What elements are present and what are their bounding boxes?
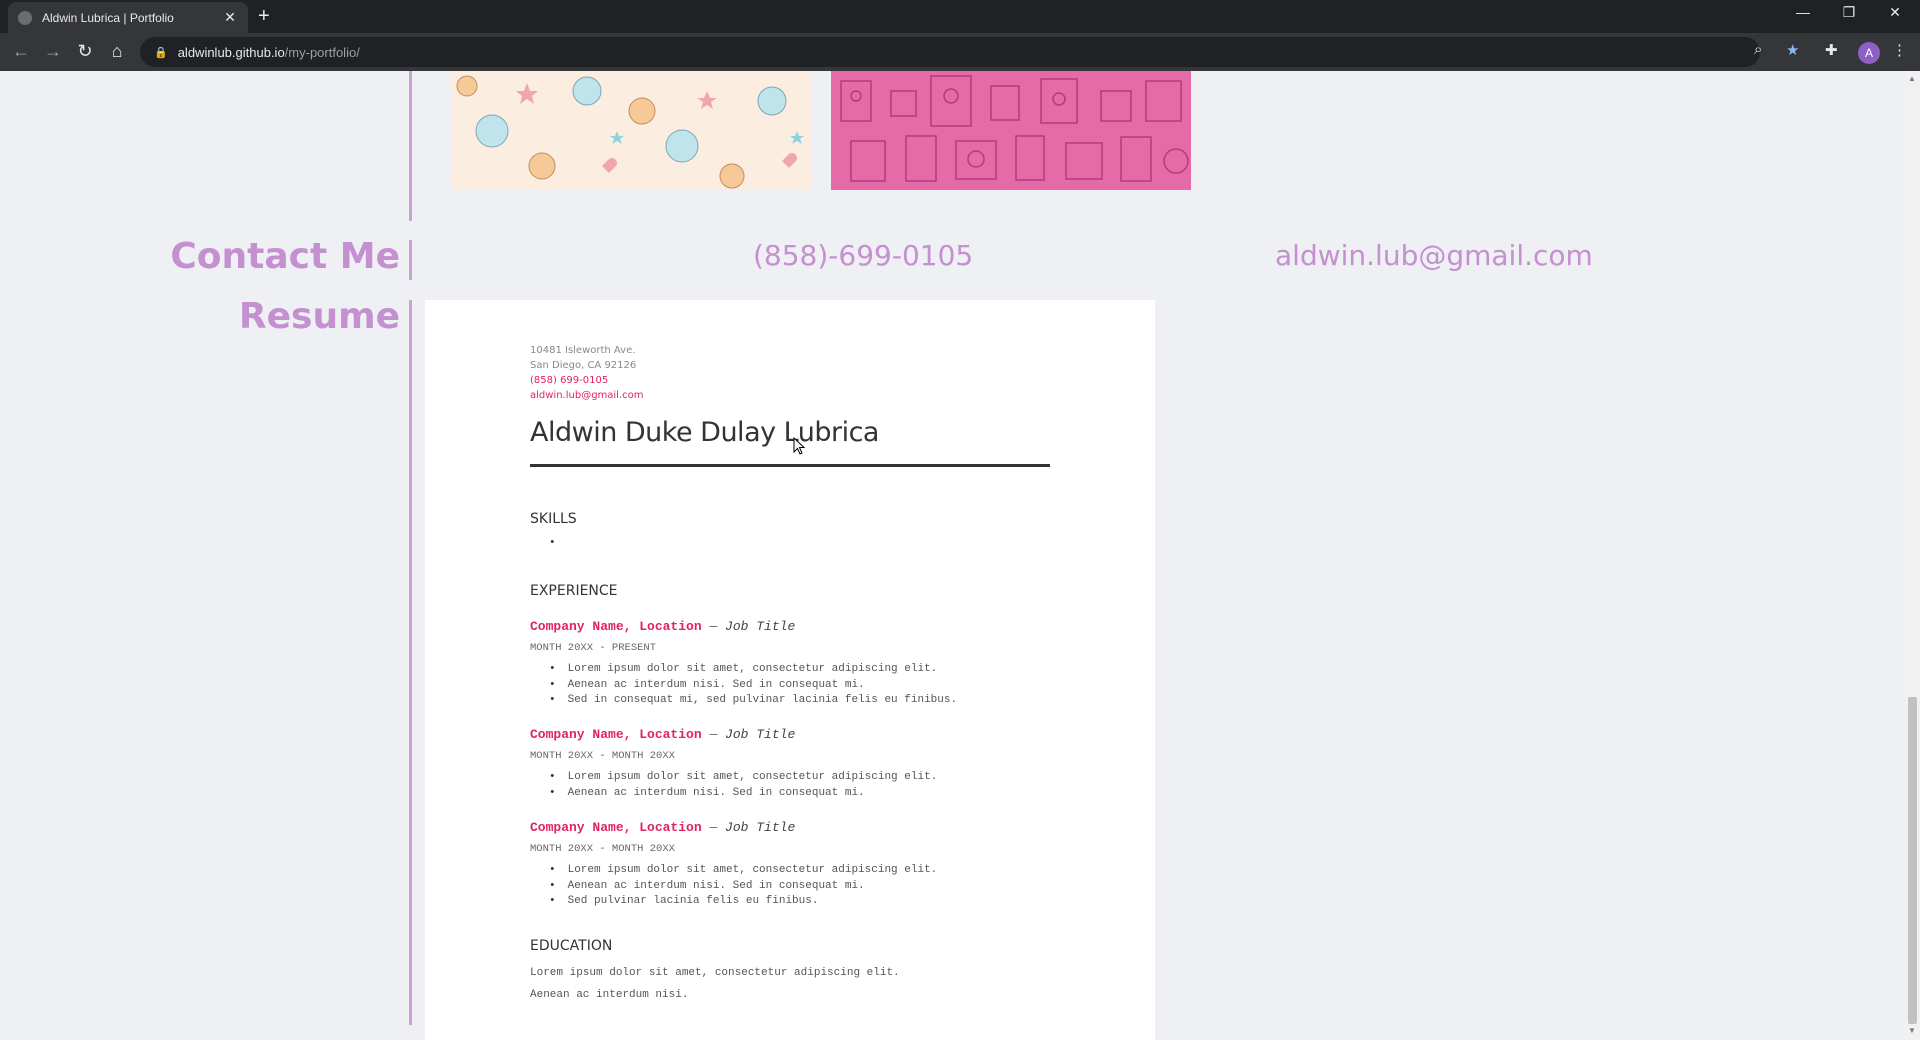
back-icon[interactable]: ← — [9, 41, 33, 61]
page-scrollbar[interactable]: ▲ ▼ — [1905, 71, 1920, 1040]
bookmark-star-icon[interactable]: ★ — [1786, 41, 1799, 59]
list-item: Aenean ac interdum nisi. Sed in consequa… — [552, 786, 937, 802]
robot-pattern-image[interactable] — [831, 71, 1191, 190]
list-item: Sed pulvinar lacinia felis eu finibus. — [552, 894, 937, 910]
profile-avatar[interactable]: A — [1858, 42, 1880, 64]
resume-name: Aldwin Duke Dulay Lubrica — [530, 417, 879, 448]
address-bar[interactable]: 🔒 aldwinlub.github.io/my-portfolio/ — [140, 37, 1760, 67]
list-item — [552, 536, 568, 552]
job-header: Company Name, Location — Job Title — [530, 727, 795, 742]
company-name: Company Name, Location — [530, 727, 702, 742]
job-separator: — — [701, 727, 726, 742]
zoom-icon[interactable]: ⌕ — [1754, 41, 1762, 58]
skills-list — [552, 536, 568, 552]
menu-icon[interactable]: ⋮ — [1892, 41, 1907, 59]
job-dates: MONTH 20XX - MONTH 20XX — [530, 843, 675, 855]
extensions-icon[interactable]: ✚ — [1825, 41, 1838, 59]
resume-document: 10481 Isleworth Ave. San Diego, CA 92126… — [425, 300, 1155, 1040]
company-name: Company Name, Location — [530, 820, 702, 835]
education-text: Lorem ipsum dolor sit amet, consectetur … — [530, 967, 900, 979]
scrollbar-thumb[interactable] — [1908, 697, 1917, 1024]
job-separator: — — [701, 619, 726, 634]
tab-title: Aldwin Lubrica | Portfolio — [42, 10, 174, 25]
job-header: Company Name, Location — Job Title — [530, 820, 795, 835]
phone-link[interactable]: (858)-699-0105 — [753, 239, 973, 272]
forward-icon[interactable]: → — [41, 41, 65, 61]
scroll-up-arrow-icon[interactable]: ▲ — [1908, 74, 1916, 83]
skills-heading: SKILLS — [530, 511, 577, 527]
address-line: 10481 Isleworth Ave. — [530, 345, 636, 356]
url-path: /my-portfolio/ — [284, 44, 360, 60]
job-dates: MONTH 20XX - PRESENT — [530, 642, 657, 654]
section-divider — [409, 240, 412, 280]
tab-close-icon[interactable]: ✕ — [222, 9, 238, 26]
list-item: Lorem ipsum dolor sit amet, consectetur … — [552, 770, 938, 786]
section-divider — [409, 300, 412, 1025]
job-title: Job Title — [725, 727, 796, 742]
list-item: Aenean ac interdum nisi. Sed in consequa… — [552, 678, 957, 694]
experience-heading: EXPERIENCE — [530, 583, 618, 599]
minimize-button[interactable]: — — [1780, 4, 1826, 20]
restore-button[interactable]: ❐ — [1826, 4, 1872, 21]
home-icon[interactable]: ⌂ — [105, 41, 129, 61]
job-bullets: Lorem ipsum dolor sit amet, consectetur … — [552, 662, 957, 709]
email-link[interactable]: aldwin.lub@gmail.com — [1275, 239, 1593, 272]
job-bullets: Lorem ipsum dolor sit amet, consectetur … — [552, 770, 938, 802]
list-item: Aenean ac interdum nisi. Sed in consequa… — [552, 879, 937, 895]
name-underline — [530, 464, 1050, 467]
company-name: Company Name, Location — [530, 619, 702, 634]
job-dates: MONTH 20XX - MONTH 20XX — [530, 750, 675, 762]
section-divider — [409, 71, 412, 221]
contact-heading: Contact Me — [170, 236, 400, 277]
job-title: Job Title — [725, 619, 796, 634]
list-item: Lorem ipsum dolor sit amet, consectetur … — [552, 863, 938, 879]
new-tab-button[interactable]: + — [258, 6, 270, 26]
education-text: Aenean ac interdum nisi. — [530, 989, 689, 1001]
browser-tab[interactable]: Aldwin Lubrica | Portfolio ✕ — [8, 2, 248, 33]
resume-contact-block: 10481 Isleworth Ave. San Diego, CA 92126… — [530, 343, 644, 403]
page-content: Contact Me (858)-699-0105 aldwin.lub@gma… — [0, 71, 1905, 1040]
globe-icon — [18, 10, 32, 25]
mouse-cursor-icon — [793, 437, 805, 455]
list-item: Lorem ipsum dolor sit amet, consectetur … — [552, 662, 957, 678]
address-line: San Diego, CA 92126 — [530, 360, 637, 371]
resume-phone[interactable]: (858) 699-0105 — [530, 373, 644, 388]
scroll-down-arrow-icon[interactable]: ▼ — [1908, 1026, 1916, 1035]
job-bullets: Lorem ipsum dolor sit amet, consectetur … — [552, 863, 938, 910]
resume-heading: Resume — [238, 296, 400, 337]
window-close-button[interactable]: ✕ — [1872, 4, 1918, 21]
job-title: Job Title — [725, 820, 796, 835]
browser-toolbar: ← → ↻ ⌂ 🔒 aldwinlub.github.io/my-portfol… — [0, 33, 1920, 71]
job-header: Company Name, Location — Job Title — [530, 619, 795, 634]
lock-icon: 🔒 — [154, 46, 168, 59]
job-separator: — — [701, 820, 726, 835]
list-item: Sed in consequat mi, sed pulvinar lacini… — [552, 693, 957, 709]
cat-pattern-image[interactable] — [452, 71, 812, 190]
reload-icon[interactable]: ↻ — [73, 41, 97, 61]
education-heading: EDUCATION — [530, 938, 613, 954]
browser-tab-bar: Aldwin Lubrica | Portfolio ✕ + — ❐ ✕ — [0, 0, 1920, 33]
resume-email[interactable]: aldwin.lub@gmail.com — [530, 388, 644, 403]
url-host: aldwinlub.github.io — [177, 44, 285, 60]
